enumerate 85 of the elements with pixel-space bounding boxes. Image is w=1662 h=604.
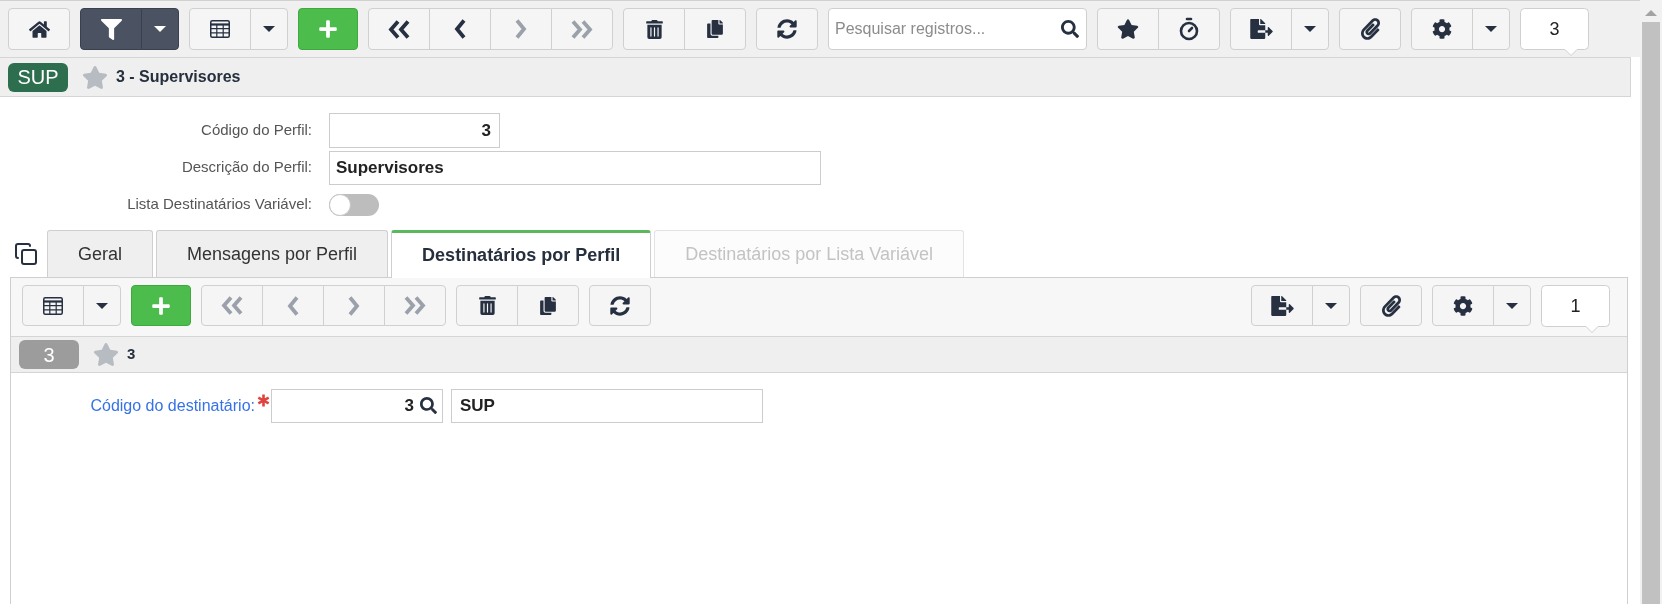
- dropdown-button[interactable]: [141, 8, 179, 50]
- settings-button[interactable]: [1432, 285, 1494, 326]
- attach-button[interactable]: [1339, 8, 1401, 50]
- caret-up-icon: [1645, 10, 1657, 16]
- record-title: 3 - Supervisores: [116, 67, 241, 87]
- toggle-switch[interactable]: [329, 193, 379, 216]
- refresh-icon: [777, 19, 797, 39]
- file-export-icon: [1270, 295, 1294, 316]
- scrollbar-thumb[interactable]: [1642, 22, 1660, 604]
- record-counter[interactable]: 3: [1520, 8, 1589, 56]
- caret-down-icon: [1506, 302, 1518, 309]
- home-button[interactable]: [8, 8, 70, 50]
- previous-record-button[interactable]: [429, 8, 491, 50]
- copy-icon[interactable]: [14, 241, 38, 266]
- double-chevron-left-icon: [387, 18, 411, 40]
- field-label: Descrição do Perfil:: [180, 157, 312, 178]
- first-record-button[interactable]: [368, 8, 430, 50]
- filter-icon: [100, 18, 122, 40]
- table-view-button[interactable]: [189, 8, 251, 50]
- field-label-link[interactable]: Código do destinatário:: [11, 394, 255, 418]
- table-icon: [210, 20, 230, 38]
- table-icon: [43, 296, 63, 315]
- search-field[interactable]: Pesquisar registros...: [828, 8, 1087, 50]
- record-title: 3: [127, 344, 136, 365]
- search-icon[interactable]: [1061, 20, 1079, 38]
- record-counter[interactable]: 1: [1541, 285, 1610, 333]
- delete-button[interactable]: [456, 285, 518, 326]
- table-view-button[interactable]: [22, 285, 84, 326]
- record-code-tag: SUP: [8, 62, 68, 92]
- settings-icon: [1432, 19, 1452, 39]
- recipient-code-field[interactable]: 3: [271, 389, 443, 423]
- delete-button[interactable]: [623, 8, 685, 50]
- chevron-right-icon: [347, 294, 361, 317]
- stopwatch-icon: [1177, 17, 1201, 41]
- plus-icon: [319, 19, 337, 39]
- refresh-button[interactable]: [589, 285, 651, 326]
- caret-down-icon: [154, 26, 166, 32]
- copy-button[interactable]: [517, 285, 579, 326]
- star-icon: [1117, 19, 1139, 39]
- filter-button[interactable]: [80, 8, 142, 50]
- chevron-left-icon: [286, 294, 300, 317]
- record-code-tag: 3: [19, 340, 79, 369]
- settings-button[interactable]: [1411, 8, 1473, 50]
- caret-down-icon: [96, 302, 108, 309]
- file-export-icon: [1249, 19, 1273, 39]
- field-label: Código do Perfil:: [200, 120, 312, 141]
- vertical-scrollbar[interactable]: [1640, 0, 1662, 604]
- caret-down-icon: [1485, 26, 1497, 32]
- export-button[interactable]: [1230, 8, 1292, 50]
- caret-down-icon: [1304, 26, 1316, 32]
- search-icon[interactable]: [420, 397, 437, 414]
- double-chevron-right-icon: [403, 295, 427, 316]
- favorite-star-icon[interactable]: [93, 343, 119, 366]
- copy-icon: [707, 20, 723, 38]
- settings-icon: [1453, 295, 1473, 316]
- chevron-right-icon: [514, 18, 528, 40]
- tab[interactable]: Geral: [47, 230, 153, 277]
- tab[interactable]: Destinatários por Perfil: [391, 230, 652, 278]
- copy-button[interactable]: [684, 8, 746, 50]
- paperclip-icon: [1360, 18, 1380, 40]
- attach-button[interactable]: [1360, 285, 1422, 326]
- tab[interactable]: Mensagens por Perfil: [156, 230, 389, 277]
- double-chevron-left-icon: [220, 295, 244, 316]
- profile-description-field[interactable]: Supervisores: [329, 150, 821, 185]
- favorite-star-icon[interactable]: [82, 65, 108, 89]
- plus-icon: [152, 295, 170, 316]
- chevron-left-icon: [453, 18, 467, 40]
- home-icon: [28, 19, 50, 39]
- add-button[interactable]: [131, 285, 191, 326]
- add-button[interactable]: [298, 8, 358, 50]
- double-chevron-right-icon: [570, 18, 594, 40]
- export-button[interactable]: [1251, 285, 1313, 326]
- copy-icon: [540, 296, 556, 315]
- trash-icon: [645, 19, 663, 39]
- favorite-button[interactable]: [1097, 8, 1159, 50]
- profile-code-field[interactable]: 3: [329, 113, 500, 148]
- recipient-description-field[interactable]: SUP: [451, 389, 763, 423]
- field-label: Lista Destinatários Variável:: [126, 194, 312, 215]
- caret-down-icon: [1325, 302, 1337, 309]
- refresh-button[interactable]: [756, 8, 818, 50]
- caret-down-icon: [263, 26, 275, 32]
- trash-icon: [478, 296, 496, 315]
- refresh-icon: [610, 295, 630, 316]
- paperclip-icon: [1381, 294, 1401, 317]
- timer-button[interactable]: [1158, 8, 1220, 50]
